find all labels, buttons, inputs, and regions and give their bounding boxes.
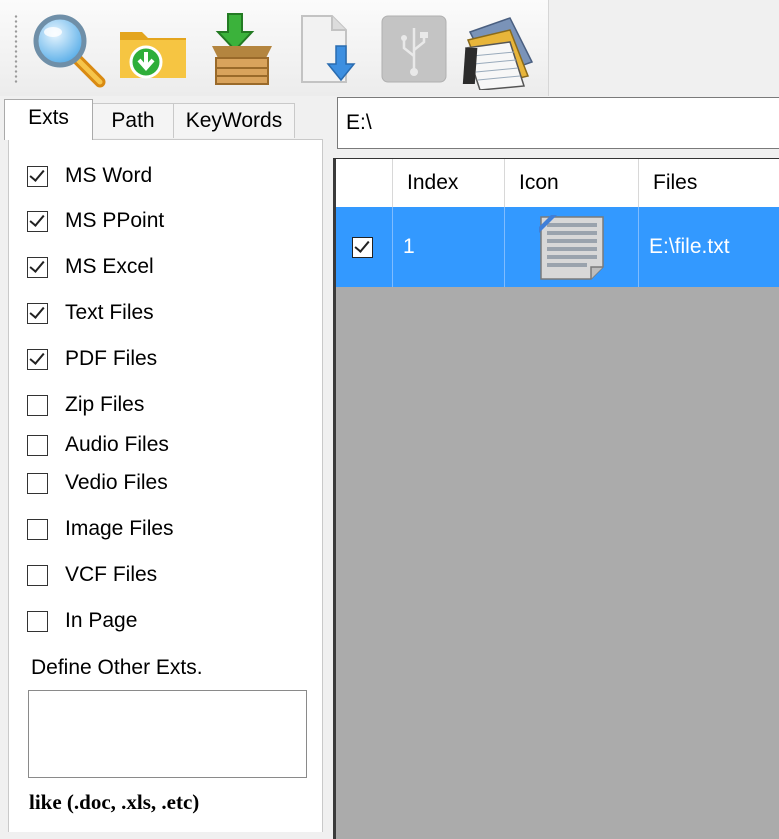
checkbox-label: Image Files (65, 517, 174, 540)
pdf-files-checkbox[interactable]: PDF Files (27, 344, 157, 374)
save-box-button[interactable] (202, 10, 282, 90)
checkbox-box[interactable] (27, 472, 48, 494)
tab-keywords-label: KeyWords (185, 109, 283, 132)
in-page-checkbox[interactable]: In Page (27, 606, 137, 636)
files-grid: Index Icon Files 1 E:\file.txt (333, 158, 779, 839)
tab-exts-label: Exts (28, 106, 69, 129)
checkbox-box[interactable] (27, 256, 48, 278)
column-header-icon[interactable]: Icon (505, 159, 639, 207)
toolbar-grip[interactable] (14, 14, 18, 84)
audio-files-checkbox[interactable]: Audio Files (27, 430, 169, 460)
vcf-files-checkbox[interactable]: VCF Files (27, 560, 157, 590)
usb-button[interactable] (374, 10, 454, 90)
checkbox-label: MS Excel (65, 255, 154, 278)
vedio-files-checkbox[interactable]: Vedio Files (27, 468, 168, 498)
checkbox-box[interactable] (27, 610, 48, 632)
cards-icon (462, 17, 534, 90)
toolbar (0, 0, 549, 96)
magnifier-icon (33, 14, 106, 88)
box-download-icon (212, 13, 272, 85)
checkbox-box[interactable] (27, 165, 48, 187)
tab-exts[interactable]: Exts (4, 99, 93, 140)
checkbox-box[interactable] (27, 434, 48, 456)
open-folder-button[interactable] (114, 10, 194, 90)
tab-path[interactable]: Path (91, 103, 175, 138)
file-download-icon (301, 15, 356, 83)
row-checkbox[interactable] (352, 237, 373, 258)
checkbox-box[interactable] (27, 394, 48, 416)
text-files-checkbox[interactable]: Text Files (27, 298, 154, 328)
tab-keywords[interactable]: KeyWords (173, 103, 295, 138)
ms-excel-checkbox[interactable]: MS Excel (27, 252, 154, 282)
table-row[interactable]: 1 E:\file.txt (336, 207, 779, 287)
column-header-index[interactable]: Index (393, 159, 505, 207)
zip-files-checkbox[interactable]: Zip Files (27, 390, 144, 420)
column-header-files[interactable]: Files (639, 159, 779, 207)
ms-ppoint-checkbox[interactable]: MS PPoint (27, 206, 164, 236)
side-tabs: Exts Path KeyWords (0, 99, 330, 140)
checkbox-box[interactable] (27, 564, 48, 586)
checkbox-box[interactable] (27, 210, 48, 232)
exts-panel: MS Word MS PPoint MS Excel Text Files PD… (8, 139, 323, 832)
folder-download-icon (120, 32, 186, 79)
checkbox-label: Vedio Files (65, 471, 168, 494)
checkbox-label: MS Word (65, 164, 153, 187)
ms-word-checkbox[interactable]: MS Word (27, 161, 152, 191)
text-file-icon (539, 215, 604, 280)
checkbox-label: Text Files (65, 301, 154, 324)
checkbox-label: Zip Files (65, 393, 145, 416)
define-exts-label: Define Other Exts. (31, 656, 203, 679)
define-exts-input[interactable] (28, 690, 307, 778)
checkbox-label: VCF Files (65, 563, 158, 586)
export-file-button[interactable] (288, 10, 368, 90)
image-files-checkbox[interactable]: Image Files (27, 514, 174, 544)
row-file-path[interactable]: E:\file.txt (639, 207, 779, 287)
checkbox-box[interactable] (27, 348, 48, 370)
checkbox-box[interactable] (27, 302, 48, 324)
tab-path-label: Path (111, 109, 155, 132)
checkbox-label: PDF Files (65, 347, 158, 370)
checkbox-label: Audio Files (65, 433, 169, 456)
define-exts-hint: like (.doc, .xls, .etc) (29, 790, 200, 814)
search-button[interactable] (28, 10, 108, 90)
row-icon-cell (505, 207, 639, 287)
row-check-cell[interactable] (336, 207, 393, 287)
row-index: 1 (393, 207, 505, 287)
usb-icon (381, 15, 447, 83)
checkbox-box[interactable] (27, 518, 48, 540)
column-header-check[interactable] (336, 159, 393, 207)
checkbox-label: MS PPoint (65, 209, 165, 232)
path-input[interactable] (337, 97, 779, 149)
cards-button[interactable] (460, 10, 540, 90)
grid-header: Index Icon Files (336, 159, 779, 208)
checkbox-label: In Page (65, 609, 138, 632)
